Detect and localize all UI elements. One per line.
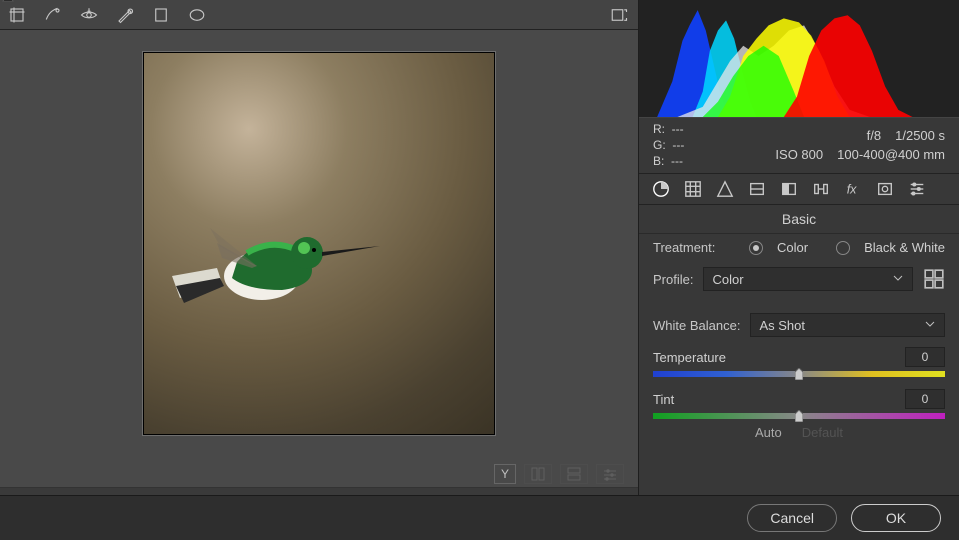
graduated-filter-icon[interactable] [150, 4, 172, 26]
treatment-color-radio[interactable] [749, 241, 763, 255]
tool-toolbar [0, 0, 638, 30]
adjustments-panel: R: --- G: --- B: --- f/8 1/2500 s ISO 800… [638, 0, 959, 495]
tint-label: Tint [653, 392, 674, 407]
image-metadata: R: --- G: --- B: --- f/8 1/2500 s ISO 800… [639, 118, 959, 173]
before-after-label: Y [501, 467, 509, 481]
basic-panel-icon[interactable] [651, 179, 671, 199]
chevron-down-icon [892, 272, 904, 287]
temperature-value[interactable]: 0 [905, 347, 945, 367]
dialog-footer: Cancel OK [0, 495, 959, 540]
treatment-color-label: Color [777, 240, 808, 255]
profile-row: Profile: Color [639, 261, 959, 297]
white-balance-select[interactable]: As Shot [750, 313, 945, 337]
g-value: --- [672, 138, 684, 152]
auto-default-row: Auto Default [639, 419, 959, 440]
cancel-button[interactable]: Cancel [747, 504, 837, 532]
g-label: G: [653, 138, 666, 152]
photo-hummingbird [144, 53, 494, 434]
canvas-footer: Y [0, 460, 638, 488]
b-label: B: [653, 154, 664, 168]
tint-row: Tint 0 [639, 385, 959, 419]
profile-browser-icon[interactable] [923, 268, 945, 290]
iso-value: ISO 800 [775, 146, 823, 164]
view-split-v-icon[interactable] [560, 464, 588, 484]
effects-icon[interactable]: fx [843, 179, 863, 199]
aperture-value: f/8 [867, 127, 881, 145]
tint-knob[interactable] [795, 410, 803, 422]
r-value: --- [672, 122, 684, 136]
adjustment-brush-icon[interactable] [114, 4, 136, 26]
detail-icon[interactable] [715, 179, 735, 199]
spot-removal-icon[interactable] [42, 4, 64, 26]
radial-filter-icon[interactable] [186, 4, 208, 26]
bird-subject [162, 198, 392, 341]
optics-icon[interactable] [811, 179, 831, 199]
default-button: Default [802, 425, 843, 440]
treatment-bw-radio[interactable] [836, 241, 850, 255]
hsl-icon[interactable] [747, 179, 767, 199]
temperature-label: Temperature [653, 350, 726, 365]
expand-icon[interactable] [608, 4, 630, 26]
treatment-row: Treatment: Color Black & White [639, 234, 959, 261]
before-after-toggle[interactable]: Y [494, 464, 516, 484]
color-grading-icon[interactable] [779, 179, 799, 199]
white-balance-value: As Shot [759, 318, 805, 333]
temperature-row: Temperature 0 [639, 343, 959, 377]
b-value: --- [671, 154, 683, 168]
presets-icon[interactable] [907, 179, 927, 199]
panel-tab-strip: fx [639, 173, 959, 205]
view-split-h-icon[interactable] [524, 464, 552, 484]
treatment-label: Treatment: [653, 240, 715, 255]
temperature-knob[interactable] [795, 368, 803, 380]
main-canvas-area: Y [0, 0, 638, 495]
crop-icon[interactable] [6, 4, 28, 26]
treatment-bw-label: Black & White [864, 240, 945, 255]
temperature-slider[interactable] [653, 371, 945, 377]
lens-value: 100-400@400 mm [837, 146, 945, 164]
panel-title: Basic [639, 205, 959, 234]
histogram[interactable] [639, 0, 959, 118]
view-settings-icon[interactable] [596, 464, 624, 484]
red-eye-icon[interactable] [78, 4, 100, 26]
r-label: R: [653, 122, 665, 136]
ok-button[interactable]: OK [851, 504, 941, 532]
calibration-icon[interactable] [875, 179, 895, 199]
exposure-readout: f/8 1/2500 s ISO 800 100-400@400 mm [775, 127, 945, 164]
rgb-readout: R: --- G: --- B: --- [653, 122, 684, 169]
shadow-clip-indicator[interactable] [2, 0, 14, 5]
chevron-down-icon [924, 318, 936, 333]
svg-text:fx: fx [847, 183, 857, 197]
tint-slider[interactable] [653, 413, 945, 419]
tone-curve-icon[interactable] [683, 179, 703, 199]
image-canvas[interactable] [143, 52, 495, 435]
white-balance-row: White Balance: As Shot [639, 307, 959, 343]
profile-select[interactable]: Color [703, 267, 913, 291]
profile-value: Color [712, 272, 743, 287]
shutter-value: 1/2500 s [895, 127, 945, 145]
white-balance-label: White Balance: [653, 318, 740, 333]
profile-label: Profile: [653, 272, 693, 287]
tint-value[interactable]: 0 [905, 389, 945, 409]
auto-button[interactable]: Auto [755, 425, 782, 440]
canvas-viewport [0, 30, 638, 460]
